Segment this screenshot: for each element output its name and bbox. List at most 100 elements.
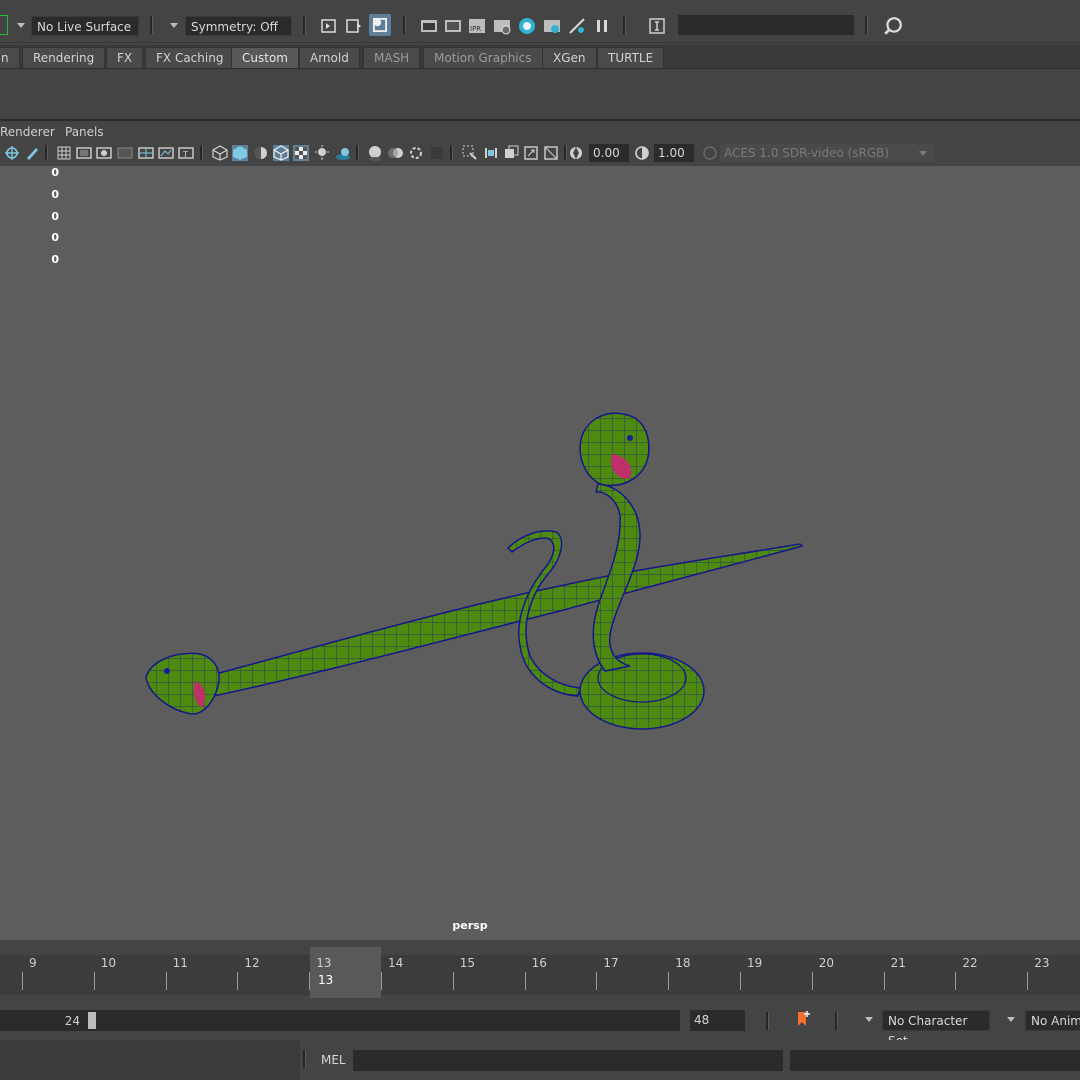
tab-custom[interactable]: Custom [231, 47, 299, 68]
safe-action-icon[interactable] [158, 145, 174, 161]
symmetry-dropdown[interactable]: Symmetry: Off [185, 16, 292, 36]
timeline-frame-number: 10 [100, 956, 117, 970]
animation-end-field[interactable]: 48 [690, 1010, 745, 1031]
timeline-tick [165, 972, 167, 990]
separator [766, 1012, 769, 1030]
hypershade-icon[interactable] [518, 17, 536, 35]
timeline-frame-number: 19 [747, 956, 763, 970]
timeline-frame-number: 16 [531, 956, 547, 970]
separator [835, 1012, 838, 1030]
timeline-frame-number: 21 [890, 956, 906, 970]
safe-title-icon[interactable]: T [178, 145, 194, 161]
tab-fx-caching[interactable]: FX Caching [145, 47, 235, 68]
motion-blur-icon[interactable] [388, 145, 404, 161]
input-ops-icon[interactable] [320, 17, 338, 35]
snap-together-icon[interactable] [568, 17, 586, 35]
timeline-frame-number: 23 [1034, 956, 1050, 970]
field-chart-icon[interactable] [138, 145, 154, 161]
scene-svg [145, 412, 804, 730]
chevron-down-icon[interactable] [919, 151, 927, 156]
separator [45, 145, 48, 160]
xray-icon[interactable] [483, 145, 499, 161]
render-settings-icon[interactable] [493, 17, 511, 35]
command-input[interactable] [353, 1050, 783, 1071]
timeline-tick [740, 972, 741, 990]
hud-value: 0 [51, 231, 59, 244]
chevron-down-icon[interactable] [865, 1017, 873, 1022]
exposure-icon[interactable] [568, 145, 584, 161]
tab-xgen[interactable]: XGen [542, 47, 597, 68]
gate-mask-icon[interactable] [117, 145, 133, 161]
timeline-tick [883, 972, 885, 990]
snake-upright-head [579, 412, 650, 487]
character-set-dropdown[interactable]: No Character Set [882, 1010, 990, 1048]
object-mode-icon[interactable] [0, 15, 8, 35]
separator [356, 145, 359, 160]
construction-history-icon[interactable] [369, 14, 391, 36]
render-frame-icon[interactable] [444, 17, 462, 35]
pause-icon[interactable] [593, 17, 611, 35]
shadows-icon[interactable] [335, 145, 351, 161]
film-gate-icon[interactable] [76, 145, 92, 161]
viewport-3d[interactable]: 0 0 0 0 0 [0, 166, 1080, 940]
chevron-down-icon[interactable] [1007, 1017, 1015, 1022]
separator [303, 16, 306, 34]
search-icon[interactable] [883, 16, 903, 36]
textured-icon[interactable] [293, 145, 309, 161]
pencil-icon[interactable] [24, 145, 40, 161]
snake-eye [164, 668, 170, 674]
output-ops-icon[interactable] [345, 17, 363, 35]
timeline-frame-number: 20 [818, 956, 835, 970]
tab-rendering[interactable]: Rendering [22, 47, 106, 68]
tab-animation[interactable]: n [0, 47, 20, 68]
smooth-shade-icon[interactable] [232, 145, 248, 161]
timeline-frame-number: 13 [316, 956, 332, 970]
render-view-icon[interactable] [420, 17, 438, 35]
gamma-icon[interactable] [634, 145, 650, 161]
xray-components-icon[interactable] [523, 145, 539, 161]
hud-value: 0 [51, 253, 59, 266]
live-surface-field[interactable]: No Live Surface [31, 16, 139, 36]
quick-select-field[interactable] [678, 15, 854, 35]
anim-layer-dropdown[interactable]: No Anim [1025, 1010, 1080, 1031]
backface-culling-icon[interactable] [543, 145, 559, 161]
light-editor-icon[interactable] [543, 17, 561, 35]
anti-aliasing-icon[interactable] [408, 145, 424, 161]
wireframe-on-shaded-icon[interactable] [273, 145, 289, 161]
range-slider-handle[interactable] [88, 1012, 96, 1029]
help-line [0, 1040, 300, 1080]
menu-renderer[interactable]: Renderer [0, 125, 55, 139]
timeline-tick [452, 972, 454, 990]
xray-joints-icon[interactable] [503, 145, 519, 161]
separator [200, 145, 203, 160]
chevron-down-icon[interactable] [17, 23, 25, 28]
isolate-select-icon[interactable] [462, 145, 478, 161]
view-transform-dropdown[interactable]: ACES 1.0 SDR-video (sRGB) [720, 144, 934, 162]
timeline-tick [955, 972, 957, 990]
grid-icon[interactable] [56, 145, 72, 161]
separator [450, 145, 453, 160]
ipr-render-icon[interactable]: IPR [468, 17, 486, 35]
command-language-label[interactable]: MEL [321, 1053, 346, 1067]
tab-arnold[interactable]: Arnold [299, 47, 360, 68]
tab-fx[interactable]: FX [106, 47, 144, 68]
default-material-icon[interactable] [253, 145, 269, 161]
resolution-gate-icon[interactable] [96, 145, 112, 161]
use-all-lights-icon[interactable] [314, 145, 330, 161]
exposure-field[interactable]: 0.00 [589, 144, 629, 162]
menu-panels[interactable]: Panels [65, 125, 104, 139]
color-management-icon[interactable] [702, 145, 718, 161]
tab-mash[interactable]: MASH [363, 47, 421, 68]
auto-key-icon[interactable] [794, 1010, 812, 1028]
tab-motion-graphics[interactable]: Motion Graphics [423, 47, 543, 68]
range-slider[interactable] [0, 1010, 680, 1031]
gamma-field[interactable]: 1.00 [654, 144, 694, 162]
depth-of-field-icon[interactable] [429, 145, 445, 161]
tab-turtle[interactable]: TURTLE [597, 47, 665, 68]
chevron-down-icon[interactable] [170, 23, 178, 28]
timeline-tick [596, 972, 598, 990]
select-camera-icon[interactable] [4, 145, 20, 161]
wireframe-icon[interactable] [212, 145, 228, 161]
text-cursor-icon[interactable] [648, 17, 666, 35]
screen-space-ao-icon[interactable] [367, 145, 383, 161]
